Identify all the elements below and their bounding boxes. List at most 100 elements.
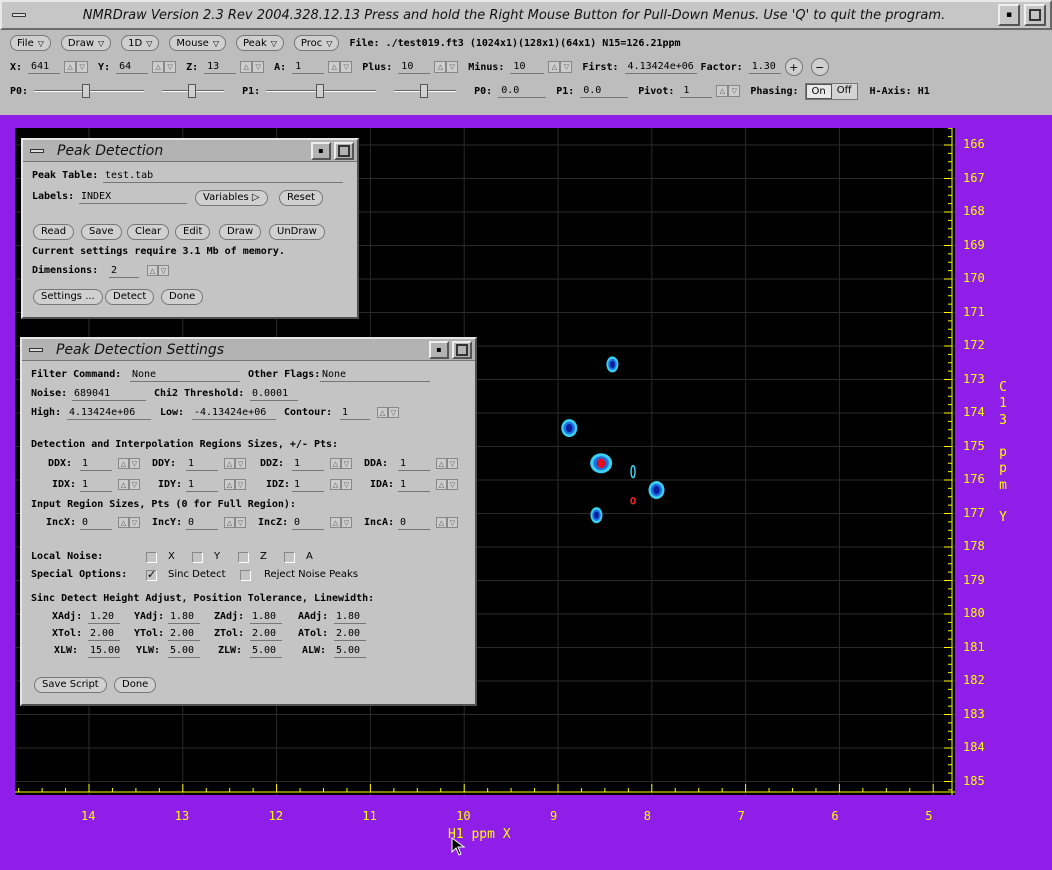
up-arrow-icon[interactable]: △ (330, 458, 341, 469)
down-arrow-icon[interactable]: ▽ (158, 265, 169, 276)
a-stepper[interactable]: △ ▽ (328, 61, 353, 73)
minimize-button[interactable]: ▪ (429, 340, 449, 359)
menu-draw[interactable]: Draw ▽ (60, 35, 112, 51)
window-menu-icon[interactable] (27, 143, 47, 159)
detect-button[interactable]: Detect (105, 289, 155, 305)
first-field[interactable]: 4.13424e+06 (624, 60, 697, 74)
up-arrow-icon[interactable]: △ (548, 61, 561, 73)
yadj-field[interactable]: 1.80 (168, 611, 200, 624)
edit-button[interactable]: Edit (175, 224, 211, 240)
pivot-field[interactable]: 1 (680, 84, 713, 98)
down-arrow-icon[interactable]: ▽ (129, 479, 140, 490)
p0-value-field[interactable]: 0.0 (498, 84, 547, 98)
alw-field[interactable]: 5.00 (334, 645, 366, 658)
incx-stepper[interactable]: △ ▽ (118, 517, 140, 528)
aadj-field[interactable]: 1.80 (334, 611, 366, 624)
up-arrow-icon[interactable]: △ (118, 517, 129, 528)
low-field[interactable]: -4.13424e+06 (192, 407, 276, 420)
peak-table-field[interactable]: test.tab (103, 170, 343, 183)
up-arrow-icon[interactable]: △ (330, 517, 341, 528)
down-arrow-icon[interactable]: ▽ (560, 61, 573, 73)
idx-stepper[interactable]: △ ▽ (118, 479, 140, 490)
down-arrow-icon[interactable]: ▽ (728, 85, 741, 97)
minimize-button[interactable]: ▪ (998, 4, 1020, 26)
high-field[interactable]: 4.13424e+06 (67, 407, 151, 420)
done-button[interactable]: Done (161, 289, 204, 305)
a-field[interactable]: 1 (292, 60, 325, 74)
x-stepper[interactable]: △ ▽ (64, 61, 89, 73)
up-arrow-icon[interactable]: △ (224, 458, 235, 469)
x-field[interactable]: 641 (28, 60, 61, 74)
down-arrow-icon[interactable]: ▽ (235, 517, 246, 528)
down-arrow-icon[interactable]: ▽ (129, 517, 140, 528)
draw-button[interactable]: Draw (219, 224, 262, 240)
up-arrow-icon[interactable]: △ (436, 458, 447, 469)
sinc-detect-checkbox[interactable]: ✓ (146, 569, 157, 581)
ddx-stepper[interactable]: △ ▽ (118, 458, 140, 469)
maximize-button[interactable] (452, 340, 472, 359)
up-arrow-icon[interactable]: △ (152, 61, 165, 73)
up-arrow-icon[interactable]: △ (240, 61, 253, 73)
p0-fine-slider[interactable] (162, 84, 225, 98)
local-noise-x-checkbox[interactable] (146, 552, 157, 563)
up-arrow-icon[interactable]: △ (377, 407, 388, 418)
xlw-field[interactable]: 15.00 (88, 645, 120, 658)
p1-value-field[interactable]: 0.0 (580, 84, 629, 98)
down-arrow-icon[interactable]: ▽ (447, 458, 458, 469)
xadj-field[interactable]: 1.20 (88, 611, 120, 624)
ddy-stepper[interactable]: △ ▽ (224, 458, 246, 469)
down-arrow-icon[interactable]: ▽ (340, 61, 353, 73)
up-arrow-icon[interactable]: △ (716, 85, 729, 97)
zoom-in-button[interactable]: + (784, 58, 803, 76)
up-arrow-icon[interactable]: △ (436, 517, 447, 528)
incz-field[interactable]: 0 (292, 517, 324, 530)
xtol-field[interactable]: 2.00 (88, 628, 120, 641)
up-arrow-icon[interactable]: △ (118, 479, 129, 490)
y-field[interactable]: 64 (116, 60, 149, 74)
chi2-field[interactable]: 0.0001 (250, 388, 298, 401)
local-noise-y-checkbox[interactable] (192, 552, 203, 563)
zadj-field[interactable]: 1.80 (250, 611, 282, 624)
undraw-button[interactable]: UnDraw (269, 224, 325, 240)
other-flags-field[interactable]: None (320, 369, 430, 382)
menu-1d[interactable]: 1D ▽ (121, 35, 160, 51)
up-arrow-icon[interactable]: △ (64, 61, 77, 73)
idz-stepper[interactable]: △ ▽ (330, 479, 352, 490)
contour-field[interactable]: 1 (340, 407, 370, 420)
save-script-button[interactable]: Save Script (34, 677, 107, 693)
up-arrow-icon[interactable]: △ (330, 479, 341, 490)
dimensions-stepper[interactable]: △ ▽ (147, 265, 169, 276)
dda-field[interactable]: 1 (398, 458, 430, 471)
menu-peak[interactable]: Peak ▽ (236, 35, 284, 51)
p0-coarse-slider[interactable] (34, 84, 145, 98)
ddx-field[interactable]: 1 (80, 458, 112, 471)
down-arrow-icon[interactable]: ▽ (341, 479, 352, 490)
up-arrow-icon[interactable]: △ (147, 265, 158, 276)
plus-stepper[interactable]: △ ▽ (434, 61, 459, 73)
up-arrow-icon[interactable]: △ (328, 61, 341, 73)
pivot-stepper[interactable]: △ ▽ (716, 85, 741, 97)
window-menu-icon[interactable] (8, 4, 30, 26)
ddz-field[interactable]: 1 (292, 458, 324, 471)
down-arrow-icon[interactable]: ▽ (164, 61, 177, 73)
minimize-button[interactable]: ▪ (311, 141, 331, 160)
idy-stepper[interactable]: △ ▽ (224, 479, 246, 490)
noise-field[interactable]: 689041 (72, 388, 146, 401)
ytol-field[interactable]: 2.00 (168, 628, 200, 641)
down-arrow-icon[interactable]: ▽ (447, 479, 458, 490)
reject-noise-checkbox[interactable] (240, 570, 251, 581)
minus-field[interactable]: 10 (510, 60, 545, 74)
dda-stepper[interactable]: △ ▽ (436, 458, 458, 469)
incz-stepper[interactable]: △ ▽ (330, 517, 352, 528)
up-arrow-icon[interactable]: △ (224, 517, 235, 528)
menu-file[interactable]: File ▽ (10, 35, 51, 51)
down-arrow-icon[interactable]: ▽ (388, 407, 399, 418)
inca-stepper[interactable]: △ ▽ (436, 517, 458, 528)
down-arrow-icon[interactable]: ▽ (129, 458, 140, 469)
idz-field[interactable]: 1 (292, 479, 324, 492)
contour-stepper[interactable]: △ ▽ (377, 407, 399, 418)
variables-button[interactable]: Variables ▷ (195, 190, 268, 206)
down-arrow-icon[interactable]: ▽ (446, 61, 459, 73)
idy-field[interactable]: 1 (186, 479, 218, 492)
local-noise-a-checkbox[interactable] (284, 552, 295, 563)
